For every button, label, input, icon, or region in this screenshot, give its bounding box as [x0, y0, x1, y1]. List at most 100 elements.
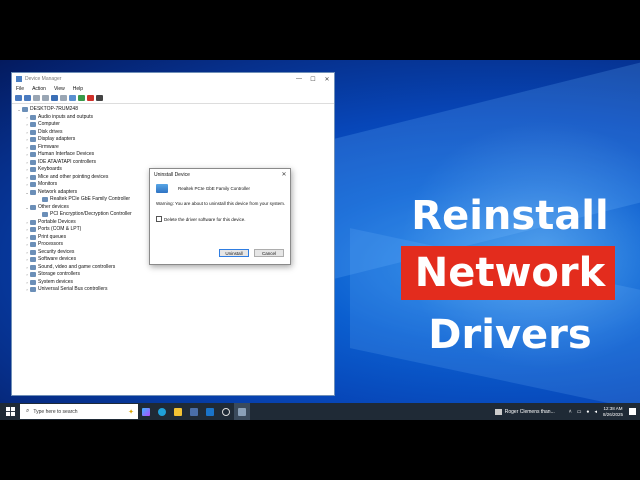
- tree-category[interactable]: › Display adapters: [16, 136, 334, 144]
- device-category-icon: [30, 287, 36, 293]
- uninstall-device-dialog: Uninstall Device ✕ Realtek PCIe GbE Fami…: [149, 168, 291, 265]
- dialog-device-row: Realtek PCIe GbE Family Controller: [150, 180, 290, 193]
- dialog-close-button[interactable]: ✕: [278, 171, 290, 178]
- clock[interactable]: 12:38 AM 8/26/2025: [603, 406, 623, 418]
- tree-category[interactable]: › IDE ATA/ATAPI controllers: [16, 159, 334, 167]
- device-category-icon: [42, 197, 48, 203]
- microphone-icon[interactable]: ●: [586, 409, 589, 415]
- headline-line-1: Reinstall: [411, 193, 609, 239]
- properties-icon[interactable]: [42, 95, 49, 101]
- settings-icon[interactable]: [218, 403, 234, 420]
- dialog-titlebar[interactable]: Uninstall Device ✕: [150, 169, 290, 180]
- device-category-icon: [30, 152, 36, 158]
- tree-category[interactable]: › Storage controllers: [16, 271, 334, 279]
- menu-help[interactable]: Help: [73, 86, 83, 92]
- copilot-icon[interactable]: [138, 403, 154, 420]
- tree-label: Computer: [38, 121, 60, 127]
- headline-line-3: Drivers: [428, 312, 592, 358]
- tree-label: System devices: [38, 278, 74, 285]
- scan-hardware-icon[interactable]: [96, 95, 103, 101]
- file-explorer-icon[interactable]: [170, 403, 186, 420]
- device-category-icon: [42, 212, 48, 218]
- close-button[interactable]: ✕: [320, 76, 334, 83]
- view-icon[interactable]: [60, 95, 67, 101]
- tree-label: Storage controllers: [38, 271, 80, 277]
- tree-category[interactable]: › System devices: [16, 279, 334, 287]
- monitor-icon[interactable]: [69, 95, 76, 101]
- network-adapter-icon: [156, 184, 168, 193]
- device-category-icon: [30, 227, 36, 233]
- device-category-icon: [30, 234, 36, 240]
- uninstall-icon[interactable]: [87, 95, 94, 101]
- tree-label: IDE ATA/ATAPI controllers: [38, 158, 96, 165]
- menu-action[interactable]: Action: [32, 86, 46, 92]
- device-category-icon: [22, 107, 28, 113]
- device-category-icon: [30, 114, 36, 120]
- device-category-icon: [30, 174, 36, 180]
- dialog-device-name: Realtek PCIe GbE Family Controller: [178, 186, 251, 191]
- device-category-icon: [30, 137, 36, 143]
- tree-label: Print queues: [38, 233, 67, 240]
- dialog-title: Uninstall Device: [154, 171, 190, 178]
- search-placeholder: Type here to search: [33, 408, 78, 415]
- tree-label: Disk drives: [38, 128, 63, 135]
- search-icon: ⌕: [26, 408, 30, 414]
- headline-line-2: Network: [414, 250, 606, 296]
- volume-icon[interactable]: ◂: [594, 409, 597, 415]
- taskbar-search-box[interactable]: ⌕ Type here to search ✦: [20, 404, 138, 419]
- tree-label: Other devices: [38, 203, 69, 210]
- device-category-icon: [30, 204, 36, 210]
- back-icon[interactable]: [15, 95, 22, 101]
- toolbar: [12, 93, 334, 104]
- tree-category[interactable]: › Disk drives: [16, 129, 334, 137]
- letterbox-bottom: [0, 420, 640, 480]
- clock-date: 8/26/2025: [602, 411, 623, 417]
- device-manager-taskbar-icon[interactable]: [234, 403, 250, 420]
- maximize-button[interactable]: ☐: [306, 76, 320, 83]
- device-category-icon: [30, 272, 36, 278]
- menu-file[interactable]: File: [16, 86, 24, 92]
- tree-label: Security devices: [38, 248, 75, 255]
- clock-time: 12:38 AM: [603, 405, 623, 411]
- news-icon[interactable]: [494, 408, 502, 415]
- chevron-up-icon[interactable]: ˄: [569, 409, 572, 415]
- delete-driver-label: Delete the driver software for this devi…: [164, 216, 246, 222]
- device-manager-icon: [16, 76, 22, 82]
- tree-label: PCI Encryption/Decryption Controller: [50, 211, 132, 217]
- minimize-button[interactable]: —: [292, 76, 306, 83]
- news-notification[interactable]: Roger Clemens than...: [505, 409, 555, 415]
- show-hide-tree-icon[interactable]: [33, 95, 40, 101]
- outlook-icon[interactable]: [202, 403, 218, 420]
- tree-category[interactable]: › Firmware: [16, 144, 334, 152]
- tree-label: Sound, video and game controllers: [38, 263, 116, 270]
- tree-root[interactable]: ⌄ DESKTOP-7RUM248: [16, 106, 334, 114]
- edge-icon[interactable]: [154, 403, 170, 420]
- cancel-button[interactable]: Cancel: [254, 249, 284, 257]
- device-category-icon: [30, 219, 36, 225]
- store-icon[interactable]: [186, 403, 202, 420]
- tree-label: Firmware: [38, 143, 59, 150]
- tree-label: Portable Devices: [38, 218, 76, 225]
- tree-category[interactable]: › Human Interface Devices: [16, 151, 334, 159]
- window-titlebar[interactable]: Device Manager — ☐ ✕: [12, 73, 334, 85]
- start-button[interactable]: [0, 407, 20, 416]
- delete-driver-checkbox[interactable]: [156, 216, 162, 222]
- device-category-icon: [30, 159, 36, 165]
- tree-category[interactable]: › Universal Serial Bus controllers: [16, 286, 334, 294]
- tree-label: Mice and other pointing devices: [38, 173, 109, 180]
- tree-category[interactable]: › Audio inputs and outputs: [16, 114, 334, 122]
- uninstall-button[interactable]: Uninstall: [219, 249, 249, 257]
- delete-driver-option[interactable]: Delete the driver software for this devi…: [150, 206, 290, 222]
- update-driver-icon[interactable]: [78, 95, 85, 101]
- tree-category[interactable]: › Computer: [16, 121, 334, 129]
- tree-label: Ports (COM & LPT): [38, 226, 82, 232]
- tree-label: Processors: [38, 241, 64, 247]
- network-icon[interactable]: ▭: [577, 409, 582, 415]
- help-icon[interactable]: [51, 95, 58, 101]
- device-category-icon: [30, 242, 36, 248]
- forward-icon[interactable]: [24, 95, 31, 101]
- menu-view[interactable]: View: [54, 86, 65, 92]
- tree-label: DESKTOP-7RUM248: [30, 106, 78, 112]
- notifications-icon[interactable]: [629, 408, 636, 415]
- tree-label: Keyboards: [38, 166, 62, 172]
